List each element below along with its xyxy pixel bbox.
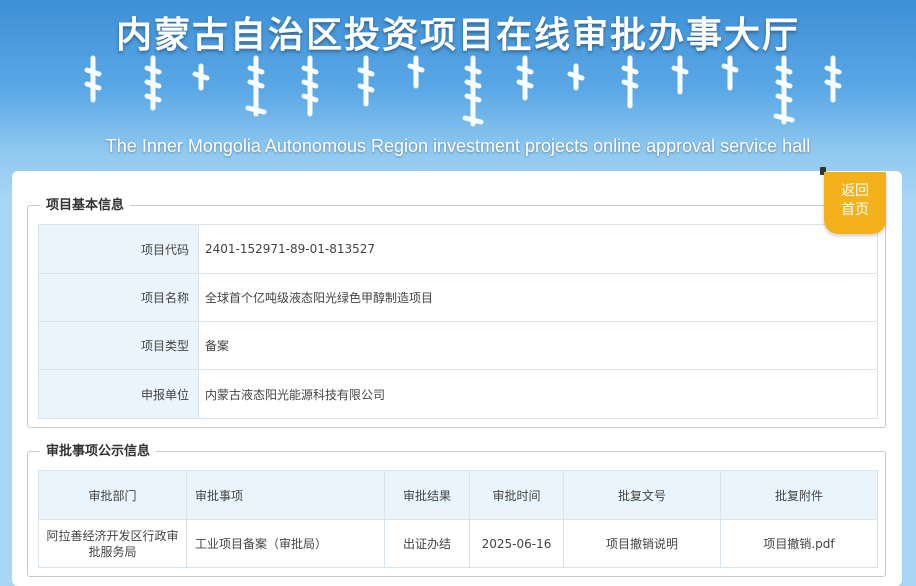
approval-dept: 阿拉善经济开发区行政审批服务局	[38, 519, 187, 568]
back-home-line1: 返回	[841, 183, 869, 199]
info-label: 项目代码	[38, 224, 199, 274]
info-row-type: 项目类型 备案	[38, 321, 878, 370]
basic-info-legend: 项目基本信息	[40, 197, 131, 215]
table-row: 阿拉善经济开发区行政审批服务局 工业项目备案（审批局） 出证办结 2025-06…	[38, 519, 878, 568]
info-row-code: 项目代码 2401-152971-89-01-813527	[38, 224, 878, 274]
info-row-applicant: 申报单位 内蒙古液态阳光能源科技有限公司	[38, 369, 878, 419]
mongolian-script-graphic	[84, 55, 842, 127]
column-header: 审批时间	[469, 470, 564, 520]
column-header: 审批部门	[38, 470, 187, 520]
approval-attachment-link[interactable]: 项目撤销.pdf	[720, 519, 878, 568]
back-home-button[interactable]: 返回 首页	[824, 172, 886, 234]
site-title: 内蒙古自治区投资项目在线审批办事大厅	[115, 14, 800, 56]
basic-info-section: 项目基本信息 项目代码 2401-152971-89-01-813527 项目名…	[27, 197, 886, 428]
approval-time: 2025-06-16	[469, 519, 564, 568]
column-header: 批复附件	[720, 470, 878, 520]
back-home-line2: 首页	[841, 202, 869, 218]
info-value: 2401-152971-89-01-813527	[198, 224, 878, 274]
info-value: 备案	[198, 321, 878, 370]
info-label: 项目名称	[38, 273, 199, 322]
approval-header-row: 审批部门 审批事项 审批结果 审批时间 批复文号 批复附件	[38, 470, 878, 520]
approval-info-legend: 审批事项公示信息	[40, 443, 157, 461]
header-banner: 内蒙古自治区投资项目在线审批办事大厅 The Inner Mongolia Au…	[0, 0, 916, 170]
approval-doc-link[interactable]: 项目撤销说明	[563, 519, 721, 568]
info-row-name: 项目名称 全球首个亿吨级液态阳光绿色甲醇制造项目	[38, 273, 878, 322]
column-header: 审批事项	[186, 470, 385, 520]
column-header: 批复文号	[563, 470, 721, 520]
approval-info-section: 审批事项公示信息 审批部门 审批事项 审批结果 审批时间 批复文号 批复附件 阿…	[27, 443, 886, 577]
mongolian-script-title	[78, 52, 848, 132]
column-header: 审批结果	[384, 470, 470, 520]
info-value: 全球首个亿吨级液态阳光绿色甲醇制造项目	[198, 273, 878, 322]
approval-result: 出证办结	[384, 519, 470, 568]
info-label: 项目类型	[38, 321, 199, 370]
approval-table: 审批部门 审批事项 审批结果 审批时间 批复文号 批复附件 阿拉善经济开发区行政…	[38, 470, 878, 568]
approval-item: 工业项目备案（审批局）	[186, 519, 385, 568]
info-value: 内蒙古液态阳光能源科技有限公司	[198, 369, 878, 419]
basic-info-table: 项目代码 2401-152971-89-01-813527 项目名称 全球首个亿…	[38, 224, 878, 419]
site-subtitle-en: The Inner Mongolia Autonomous Region inv…	[105, 136, 811, 156]
info-label: 申报单位	[38, 369, 199, 419]
